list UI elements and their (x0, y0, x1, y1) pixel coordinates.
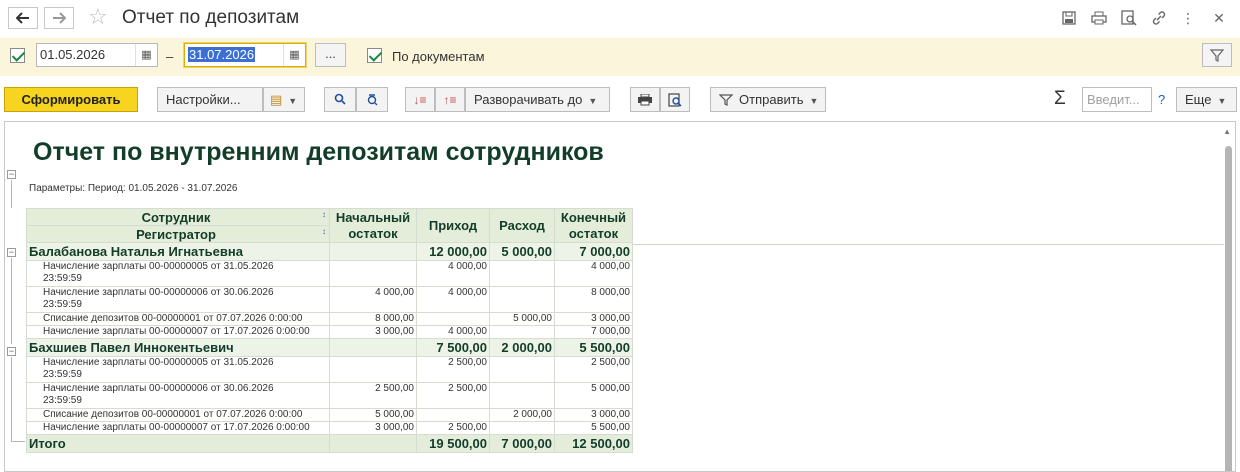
print-preview-button[interactable] (660, 87, 690, 112)
table-row[interactable]: Начисление зарплаты 00-00000007 от 17.07… (26, 421, 633, 435)
period-to-value: 31.07.2026 (188, 47, 256, 62)
period-select-button[interactable]: ... (315, 43, 346, 67)
more-dropdown[interactable]: Еще ▼ (1176, 87, 1237, 112)
header-closing: Конечный остаток (554, 208, 633, 243)
back-button[interactable] (8, 7, 38, 29)
tree-line (11, 357, 12, 441)
group-row[interactable]: Балабанова Наталья Игнатьевна 12 000,00 … (26, 242, 633, 261)
group-row[interactable]: Бахшиев Павел Иннокентьевич 7 500,00 2 0… (26, 338, 633, 357)
save-icon[interactable] (1060, 9, 1078, 27)
collapse-icon[interactable]: − (7, 347, 16, 356)
help-icon[interactable]: ? (1158, 92, 1165, 107)
send-dropdown[interactable]: Отправить ▼ (710, 87, 826, 112)
row-separator (632, 244, 1224, 245)
more-label: Еще (1185, 92, 1212, 107)
print-icon[interactable] (1090, 9, 1108, 27)
variants-button[interactable]: ▤ ▼ (263, 87, 305, 112)
sum-icon[interactable]: Σ (1054, 88, 1066, 110)
vertical-scrollbar[interactable]: ▲ (1223, 124, 1233, 471)
search-next-icon (367, 94, 378, 106)
expand-all-button[interactable]: ↓≡ (405, 87, 435, 112)
period-dash: – (166, 49, 174, 64)
expand-to-dropdown[interactable]: Разворачивать до ▼ (465, 87, 610, 112)
collapse-icon[interactable]: − (7, 170, 16, 179)
table-row[interactable]: Начисление зарплаты 00-00000005 от 31.05… (26, 260, 633, 287)
tree-line (11, 441, 25, 442)
collapse-icon[interactable]: − (7, 248, 16, 257)
expand-to-label: Разворачивать до (474, 92, 583, 107)
period-from-field[interactable]: 01.05.2026 ▦ (36, 43, 158, 67)
forward-button[interactable] (44, 7, 74, 29)
report-sheet[interactable]: Отчет по внутренним депозитам сотруднико… (4, 121, 1236, 472)
scroll-up-icon[interactable]: ▲ (1223, 127, 1231, 136)
send-label: Отправить (739, 92, 804, 107)
table-row[interactable]: Списание депозитов 00-00000001 от 07.07.… (26, 408, 633, 422)
calendar-icon[interactable]: ▦ (135, 44, 157, 66)
period-to-field[interactable]: 31.07.2026 ▦ (184, 43, 306, 67)
calendar-icon[interactable]: ▦ (283, 44, 305, 66)
arrow-right-icon (53, 12, 66, 24)
by-documents-checkbox[interactable] (367, 48, 382, 63)
send-icon (718, 94, 734, 106)
link-icon[interactable] (1150, 9, 1168, 27)
report-title: Отчет по внутренним депозитам сотруднико… (33, 138, 604, 166)
tree-line (11, 258, 12, 344)
preview-icon (668, 93, 682, 107)
star-icon[interactable]: ☆ (88, 5, 108, 29)
total-row[interactable]: Итого 19 500,00 7 000,00 12 500,00 (26, 434, 633, 453)
table-row[interactable]: Начисление зарплаты 00-00000006 от 30.06… (26, 382, 633, 409)
sort-icon[interactable]: ↕ (322, 227, 326, 236)
close-icon[interactable]: ✕ (1210, 9, 1228, 27)
tree-line (11, 180, 12, 208)
sort-desc-icon: ↓≡ (413, 93, 427, 107)
window-title: Отчет по депозитам (122, 7, 300, 28)
table-row[interactable]: Начисление зарплаты 00-00000007 от 17.07… (26, 325, 633, 339)
header-registrar[interactable]: ↕ Регистратор (26, 225, 330, 243)
more-vertical-icon[interactable]: ⋮ (1179, 9, 1197, 27)
title-bar: ☆ Отчет по депозитам ⋮ ✕ (0, 0, 1240, 36)
header-expense: Расход (489, 208, 555, 243)
clipboard-icon: ▤ (270, 92, 283, 107)
find-button[interactable] (324, 87, 356, 112)
search-icon (334, 93, 346, 105)
by-documents-label: По документам (392, 49, 485, 64)
period-from-value: 01.05.2026 (40, 47, 106, 62)
arrow-left-icon (16, 12, 29, 24)
scrollbar-thumb[interactable] (1225, 146, 1232, 471)
settings-button[interactable]: Настройки... (157, 87, 263, 112)
report-table: ↕ Сотрудник Начальный остаток Приход Расх… (26, 208, 633, 453)
header-income: Приход (416, 208, 490, 243)
report-parameters: Параметры: Период: 01.05.2026 - 31.07.20… (29, 183, 238, 194)
period-checkbox[interactable] (10, 48, 25, 63)
generate-button[interactable]: Сформировать (4, 87, 138, 112)
header-opening: Начальный остаток (329, 208, 417, 243)
table-row[interactable]: Списание депозитов 00-00000001 от 07.07.… (26, 312, 633, 326)
sort-asc-icon: ↑≡ (443, 93, 457, 107)
filter-button[interactable] (1202, 43, 1232, 67)
search-input[interactable]: Введит... (1082, 87, 1152, 112)
find-next-button[interactable] (356, 87, 388, 112)
print-icon (638, 93, 652, 106)
preview-icon[interactable] (1120, 9, 1138, 27)
table-row[interactable]: Начисление зарплаты 00-00000006 от 30.06… (26, 286, 633, 313)
print-button[interactable] (630, 87, 660, 112)
filter-icon (1210, 48, 1224, 62)
parameters-bar: 01.05.2026 ▦ – 31.07.2026 ▦ ... По докум… (0, 38, 1240, 76)
collapse-all-button[interactable]: ↑≡ (435, 87, 465, 112)
sort-icon[interactable]: ↕ (322, 210, 326, 219)
header-employee[interactable]: ↕ Сотрудник (26, 208, 330, 226)
table-row[interactable]: Начисление зарплаты 00-00000005 от 31.05… (26, 356, 633, 383)
settings-label: Настройки... (166, 92, 241, 107)
